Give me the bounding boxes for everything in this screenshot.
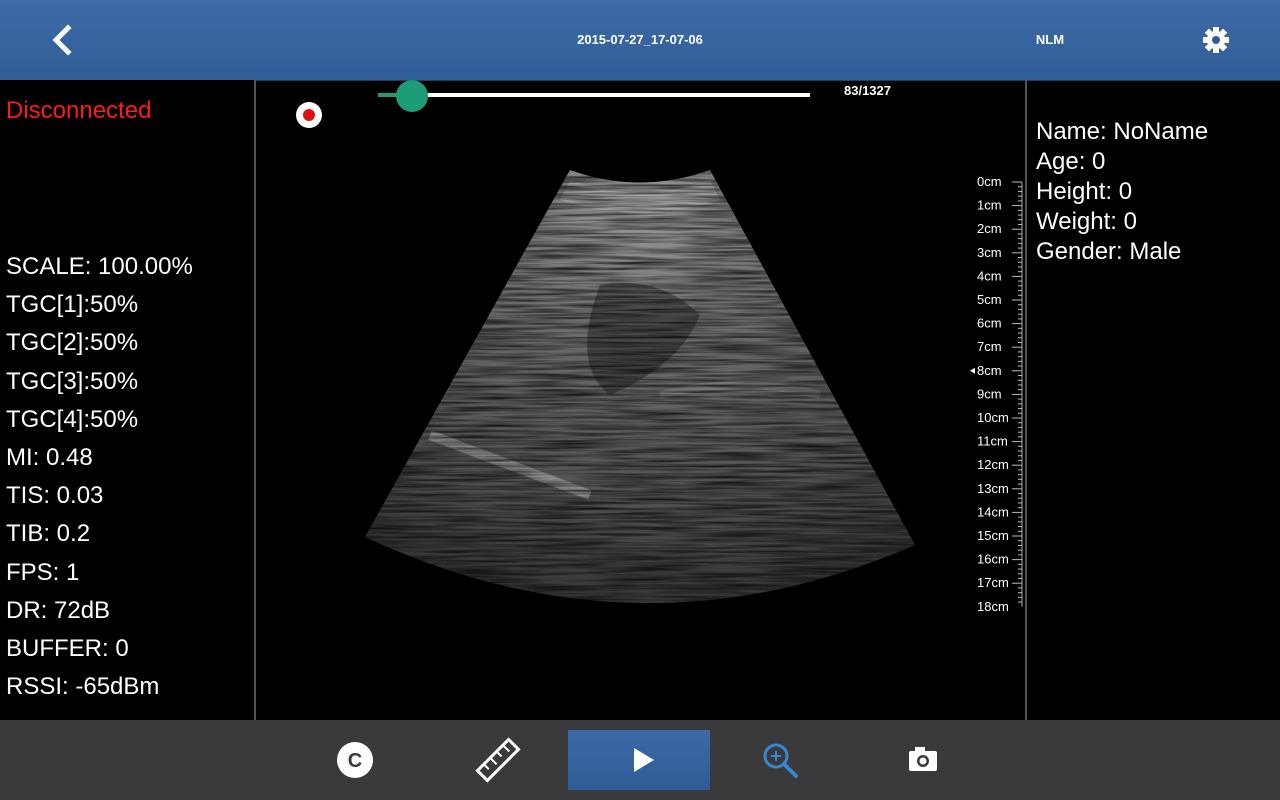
bottom-toolbar: C [0, 720, 1280, 800]
param-tgc1: TGC[1]:50% [6, 291, 139, 319]
c-icon: C [337, 742, 373, 778]
depth-label: 5cm [977, 292, 1002, 307]
divider [1025, 80, 1027, 720]
back-button[interactable] [46, 22, 80, 58]
depth-label: 6cm [977, 316, 1002, 331]
depth-label: 0cm [977, 174, 1002, 189]
depth-label: 4cm [977, 268, 1002, 283]
patient-name: Name: NoName [1036, 118, 1209, 145]
ruler-icon [475, 737, 521, 783]
param-tib: TIB: 0.2 [6, 520, 91, 548]
parameter-list: SCALE: 100.00% TGC[1]:50% TGC[2]:50% TGC… [6, 248, 193, 706]
camera-icon [909, 747, 937, 771]
param-buffer: BUFFER: 0 [6, 635, 129, 663]
depth-label: 18cm [977, 599, 1009, 614]
depth-label: 3cm [977, 245, 1002, 260]
depth-label: 16cm [977, 552, 1009, 567]
slider-thumb[interactable] [396, 80, 428, 112]
depth-scale: 0cm 1cm 2cm 3cm 4cm 5cm 6cm 7cm 8cm 9cm 10cm 11cm 12… [970, 174, 1023, 614]
patient-weight: Weight: 0 [1036, 208, 1137, 235]
depth-label: 12cm [977, 457, 1009, 472]
param-tis: TIS: 0.03 [6, 482, 104, 510]
record-button[interactable] [296, 102, 322, 128]
chevron-left-icon [52, 24, 72, 56]
param-mi: MI: 0.48 [6, 444, 93, 472]
frame-slider[interactable] [378, 80, 810, 112]
frame-counter: 83/1327 [844, 83, 891, 98]
settings-button[interactable] [1200, 24, 1232, 56]
snapshot-button[interactable] [883, 730, 963, 790]
connection-status: Disconnected [6, 97, 152, 124]
param-dr: DR: 72dB [6, 596, 111, 624]
param-scale: SCALE: 100.00% [6, 253, 193, 280]
depth-label: 7cm [977, 339, 1002, 354]
param-tgc3: TGC[3]:50% [6, 367, 139, 395]
param-tgc4: TGC[4]:50% [6, 405, 139, 433]
depth-label: 17cm [977, 575, 1009, 590]
c-mode-button[interactable]: C [315, 730, 395, 790]
gear-icon [1203, 27, 1229, 53]
depth-label: 13cm [977, 481, 1009, 496]
measure-button[interactable] [458, 730, 538, 790]
patient-gender: Gender: Male [1036, 238, 1182, 265]
param-fps: FPS: 1 [6, 558, 80, 586]
depth-label: 14cm [977, 504, 1009, 519]
depth-label: 15cm [977, 528, 1009, 543]
zoom-button[interactable] [740, 730, 820, 790]
depth-label: 9cm [977, 386, 1002, 401]
depth-marker-icon [970, 367, 975, 374]
patient-age: Age: 0 [1036, 148, 1106, 175]
param-tgc2: TGC[2]:50% [6, 329, 139, 357]
param-rssi: RSSI: -65dBm [6, 673, 160, 701]
record-icon [303, 109, 315, 121]
session-title: 2015-07-27_17-07-06 [577, 32, 703, 47]
depth-label: 1cm [977, 198, 1002, 213]
depth-label: 11cm [977, 434, 1008, 449]
svg-text:C: C [348, 750, 362, 772]
play-button[interactable] [568, 730, 710, 790]
divider [254, 80, 256, 720]
top-bar: 2015-07-27_17-07-06 NLM [0, 0, 1280, 81]
patient-info: Name: NoName Age: 0 Height: 0 Weight: 0 … [1036, 117, 1208, 267]
depth-label: 10cm [977, 410, 1009, 425]
patient-height: Height: 0 [1036, 178, 1133, 205]
depth-label: 2cm [977, 221, 1002, 236]
zoom-in-icon [763, 743, 798, 778]
slider-track [378, 93, 810, 97]
ultrasound-image [365, 170, 915, 604]
depth-label: 8cm [977, 363, 1002, 378]
user-label: NLM [1035, 32, 1065, 47]
play-icon [634, 748, 654, 772]
